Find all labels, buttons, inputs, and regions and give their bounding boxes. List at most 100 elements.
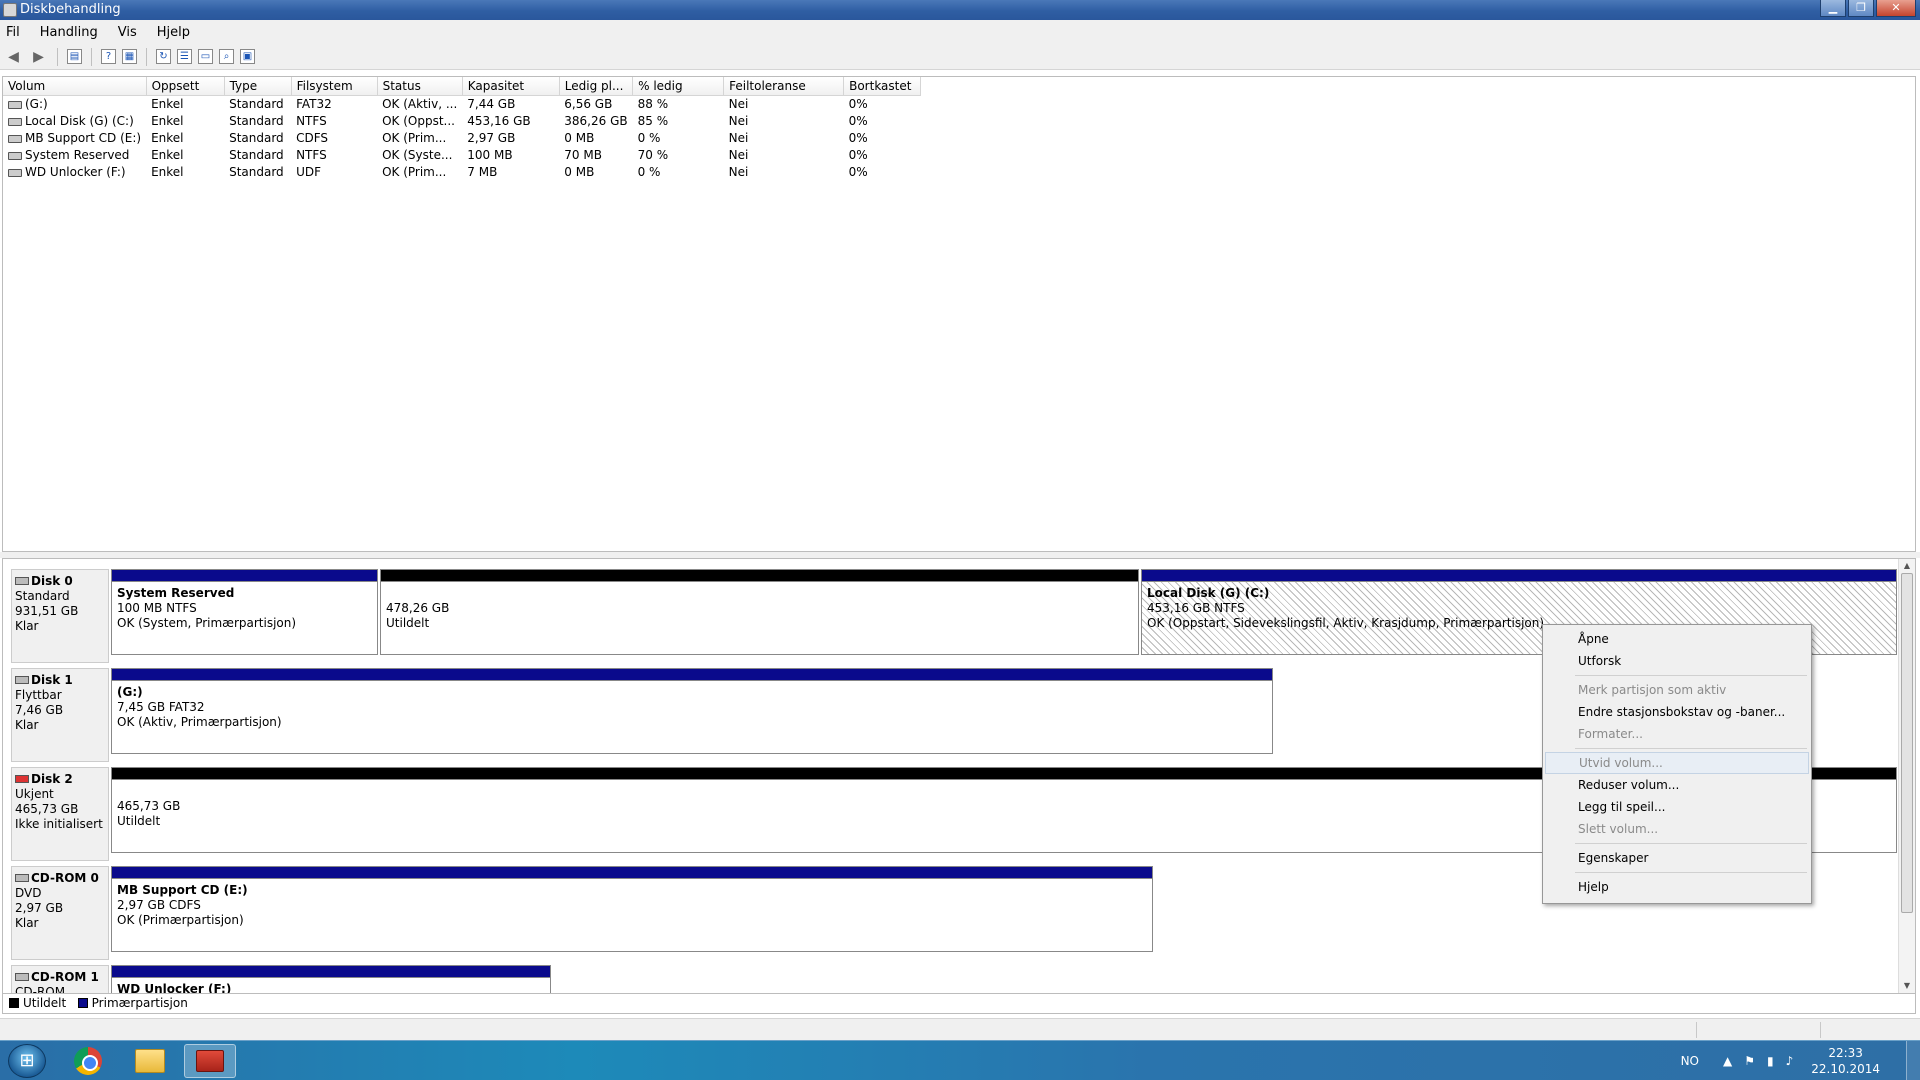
computer-management-icon: [196, 1050, 224, 1072]
table-row[interactable]: WD Unlocker (F:) Enkel Standard UDF OK (…: [3, 163, 921, 180]
maximize-icon[interactable]: ❐: [1848, 0, 1874, 17]
partition-name: System Reserved: [117, 586, 235, 600]
disk-label-1[interactable]: Disk 1 Flyttbar 7,46 GB Klar: [11, 668, 109, 762]
col-overhead[interactable]: Bortkastet: [843, 77, 922, 96]
scroll-down-icon[interactable]: ▼: [1899, 979, 1915, 993]
cell: Enkel: [151, 147, 184, 162]
network-icon[interactable]: ▮: [1767, 1054, 1774, 1068]
cell: OK (Prim...: [382, 164, 447, 179]
action-center-flag-icon[interactable]: ⚑: [1744, 1054, 1755, 1068]
cell: 0 %: [637, 130, 661, 145]
disk-label-0[interactable]: Disk 0 Standard 931,51 GB Klar: [11, 569, 109, 663]
col-type[interactable]: Type: [224, 77, 292, 96]
col-capacity[interactable]: Kapasitet: [462, 77, 560, 96]
menu-item-shrink-volume[interactable]: Reduser volum...: [1545, 774, 1809, 796]
menu-item-open[interactable]: Åpne: [1545, 628, 1809, 650]
show-hidden-icons-icon[interactable]: ▲: [1723, 1054, 1732, 1068]
clock[interactable]: 22:33 22.10.2014: [1811, 1045, 1880, 1077]
legend: Utildelt Primærpartisjon: [2, 994, 1916, 1014]
taskbar-chrome[interactable]: [62, 1044, 114, 1078]
disk-label-cdrom1[interactable]: CD-ROM 1 CD-ROM: [11, 965, 109, 993]
col-layout[interactable]: Oppsett: [146, 77, 225, 96]
partition-status: Utildelt: [386, 616, 430, 630]
refresh-icon[interactable]: ↻: [156, 49, 171, 64]
scroll-thumb[interactable]: [1901, 573, 1913, 913]
unallocated-bar: [381, 570, 1138, 582]
col-volume[interactable]: Volum: [3, 77, 147, 96]
partition-g[interactable]: (G:) 7,45 GB FAT32 OK (Aktiv, Primærpart…: [111, 668, 1273, 754]
menu-action[interactable]: Handling: [40, 25, 98, 40]
cell: 100 MB: [467, 147, 513, 162]
menu-item-properties[interactable]: Egenskaper: [1545, 847, 1809, 869]
taskbar-disk-management[interactable]: [184, 1044, 236, 1078]
partition-size: 100 MB NTFS: [117, 601, 197, 615]
primary-swatch: [77, 998, 88, 1008]
cell: Nei: [728, 164, 749, 179]
disk-map-scrollbar[interactable]: ▲ ▼: [1898, 559, 1915, 993]
close-icon[interactable]: ✕: [1876, 0, 1916, 17]
app-icon: [3, 3, 17, 17]
show-desktop-button[interactable]: [1906, 1041, 1920, 1080]
volume-icon[interactable]: ♪: [1786, 1054, 1794, 1068]
cell-volume: System Reserved: [3, 146, 146, 163]
cell: 6,56 GB: [564, 96, 613, 111]
menu-bar: Fil Handling Vis Hjelp: [0, 20, 1920, 44]
taskbar-explorer[interactable]: [124, 1044, 176, 1078]
col-filesystem[interactable]: Filsystem: [291, 77, 378, 96]
table-row[interactable]: Local Disk (G) (C:) Enkel Standard NTFS …: [3, 112, 921, 129]
start-button[interactable]: ⊞: [8, 1044, 46, 1078]
disk-state: Klar: [15, 916, 39, 930]
minimize-icon[interactable]: ▁: [1820, 0, 1846, 17]
properties-icon[interactable]: ☰: [177, 49, 192, 64]
partition-unallocated-disk0[interactable]: 478,26 GB Utildelt: [380, 569, 1139, 655]
menu-item-delete-volume: Slett volum...: [1578, 822, 1659, 836]
legend-primary: Primærpartisjon: [91, 996, 188, 1010]
menu-view[interactable]: Vis: [118, 25, 137, 40]
back-arrow-icon[interactable]: ◀: [4, 47, 23, 66]
menu-item-change-drive-letter[interactable]: Endre stasjonsbokstav og -baner...: [1545, 701, 1809, 723]
action-pane-icon[interactable]: ▦: [122, 49, 137, 64]
scroll-up-icon[interactable]: ▲: [1899, 559, 1915, 573]
disk-size: 7,46 GB: [15, 703, 64, 717]
partition-system-reserved[interactable]: System Reserved 100 MB NTFS OK (System, …: [111, 569, 378, 655]
col-fault-tolerance[interactable]: Feiltoleranse: [723, 77, 845, 96]
disk-name: Disk 0: [31, 574, 73, 588]
console-tree-icon[interactable]: ▤: [67, 49, 82, 64]
disk-error-icon: [15, 775, 29, 783]
cell: 0%: [848, 164, 868, 179]
disk-type: Ukjent: [15, 787, 54, 801]
partition-mb-support-cd[interactable]: MB Support CD (E:) 2,97 GB CDFS OK (Prim…: [111, 866, 1153, 952]
disk-state: Klar: [15, 718, 39, 732]
table-row[interactable]: System Reserved Enkel Standard NTFS OK (…: [3, 146, 921, 163]
help-icon[interactable]: ?: [101, 49, 116, 64]
col-percent-free[interactable]: % ledig: [632, 77, 725, 96]
cell: Standard: [229, 96, 284, 111]
menu-file[interactable]: Fil: [6, 25, 20, 40]
disk-name: Disk 1: [31, 673, 73, 687]
cell: Standard: [229, 164, 284, 179]
cell: 7 MB: [467, 164, 498, 179]
partition-status: OK (Primærpartisjon): [117, 913, 244, 927]
menu-item-help[interactable]: Hjelp: [1545, 876, 1809, 898]
open-folder-icon[interactable]: ▭: [198, 49, 213, 64]
disk-label-2[interactable]: Disk 2 Ukjent 465,73 GB Ikke initialiser…: [11, 767, 109, 861]
folder-icon: [135, 1049, 165, 1073]
col-free-space[interactable]: Ledig pl...: [559, 77, 634, 96]
cell: Enkel: [151, 96, 184, 111]
volume-table: Volum Oppsett Type Filsystem Status Kapa…: [3, 77, 922, 180]
disk-name: Disk 2: [31, 772, 73, 786]
search-icon[interactable]: ⌕: [219, 49, 234, 64]
col-status[interactable]: Status: [377, 77, 463, 96]
language-indicator[interactable]: NO: [1681, 1054, 1699, 1068]
menu-item-explore[interactable]: Utforsk: [1545, 650, 1809, 672]
forward-arrow-icon[interactable]: ▶: [29, 47, 48, 66]
menu-separator: [1575, 843, 1807, 844]
menu-item-mark-active: Merk partisjon som aktiv: [1578, 683, 1727, 697]
table-row[interactable]: (G:) Enkel Standard FAT32 OK (Aktiv, ...…: [3, 95, 921, 112]
settings-icon[interactable]: ▣: [240, 49, 255, 64]
disk-label-cdrom0[interactable]: CD-ROM 0 DVD 2,97 GB Klar: [11, 866, 109, 960]
menu-item-add-mirror[interactable]: Legg til speil...: [1545, 796, 1809, 818]
table-row[interactable]: MB Support CD (E:) Enkel Standard CDFS O…: [3, 129, 921, 146]
partition-wd-unlocker[interactable]: WD Unlocker (F:): [111, 965, 551, 993]
menu-help[interactable]: Hjelp: [157, 25, 190, 40]
